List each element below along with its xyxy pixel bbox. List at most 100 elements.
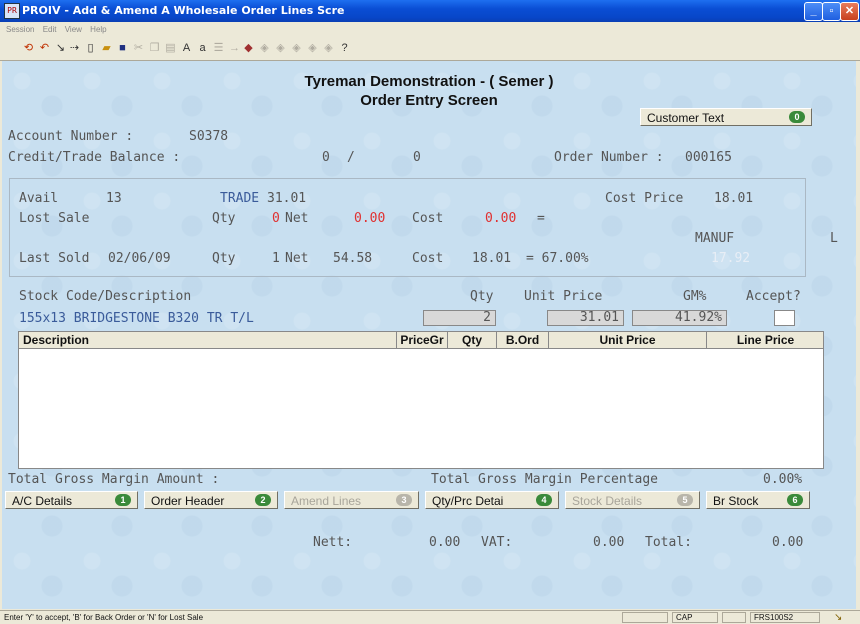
app-icon[interactable]: PR	[4, 3, 20, 19]
column-bord[interactable]: B.Ord	[496, 332, 548, 348]
resize-grip-icon[interactable]: ↘	[834, 612, 842, 623]
customer-text-button[interactable]: Customer Text 0	[640, 108, 812, 126]
trade-value: 31.01	[267, 191, 307, 206]
paste-icon[interactable]: ▤	[164, 42, 177, 55]
column-line-price[interactable]: Line Price	[706, 332, 824, 348]
column-unit-price[interactable]: Unit Price	[548, 332, 706, 348]
lost-qty-label: Qty	[212, 211, 236, 226]
last-sold-date: 02/06/09	[108, 251, 171, 266]
order-number-value: 000165	[685, 150, 732, 165]
help-icon[interactable]: ?	[338, 42, 351, 55]
gross-margin-pct-value: 0.00%	[763, 472, 803, 487]
new-document-icon[interactable]: ▯	[84, 42, 97, 55]
open-folder-icon[interactable]: ▰	[100, 42, 113, 55]
total-label: Total:	[645, 535, 692, 550]
tool-icon-4[interactable]: ◈	[290, 42, 303, 55]
avail-label: Avail	[19, 191, 59, 206]
br-stock-button[interactable]: Br Stock 6	[706, 491, 810, 509]
dash-arrow-icon[interactable]: ⇢	[68, 42, 81, 55]
maximize-button[interactable]: ▫	[822, 2, 841, 21]
account-number-label: Account Number :	[8, 129, 134, 144]
stock-code-value[interactable]: 155x13 BRIDGESTONE B320 TR T/L	[19, 311, 254, 326]
font-smaller-icon[interactable]: a	[196, 42, 209, 55]
status-bar: Enter 'Y' to accept, 'B' for Back Order …	[0, 610, 860, 624]
cut-icon[interactable]: ✂	[132, 42, 145, 55]
trade-balance-value: 0	[413, 150, 421, 165]
cost-price-label: Cost Price	[605, 191, 684, 206]
br-stock-label: Br Stock	[713, 494, 759, 508]
gm-percent-field[interactable]: 41.92%	[632, 310, 727, 326]
stock-details-label: Stock Details	[572, 494, 643, 508]
gm-percent-label: GM%	[683, 289, 707, 304]
unit-price-label: Unit Price	[524, 289, 603, 304]
tool-icon-5[interactable]: ◈	[306, 42, 319, 55]
toolbar: ⟲ ↶ ↘ ⇢ ▯ ▰ ■ ✂ ❐ ▤ A a ☰ → ◆ ◈ ◈ ◈ ◈ ◈ …	[0, 38, 860, 61]
status-pane-blank	[622, 612, 668, 623]
last-cost-label: Cost	[412, 251, 444, 266]
order-header-label: Order Header	[151, 494, 225, 508]
lost-equals: =	[537, 211, 545, 226]
lost-sale-label: Lost Sale	[19, 211, 90, 226]
function-key-2-icon: 2	[255, 494, 271, 506]
order-lines-grid[interactable]	[18, 349, 824, 469]
screen-id: FRS100S2	[750, 612, 820, 623]
menu-help[interactable]: Help	[90, 25, 106, 34]
lost-cost-label: Cost	[412, 211, 444, 226]
menu-view[interactable]: View	[65, 25, 82, 34]
list-icon[interactable]: ☰	[212, 42, 225, 55]
column-qty[interactable]: Qty	[447, 332, 496, 348]
account-number-value[interactable]: S0378	[189, 129, 228, 144]
ac-details-button[interactable]: A/C Details 1	[5, 491, 138, 509]
last-qty-label: Qty	[212, 251, 236, 266]
save-icon[interactable]: ■	[116, 42, 129, 55]
menu-session[interactable]: Session	[6, 25, 34, 34]
order-lines-grid-header: Description PriceGr Qty B.Ord Unit Price…	[18, 331, 824, 349]
copy-icon[interactable]: ❐	[148, 42, 161, 55]
cost-price-value: 18.01	[714, 191, 754, 206]
menu-edit[interactable]: Edit	[43, 25, 57, 34]
font-larger-icon[interactable]: A	[180, 42, 193, 55]
last-cost-value: 18.01	[472, 251, 512, 266]
arrow-icon[interactable]: ↘	[54, 42, 67, 55]
credit-balance-label: Credit/Trade Balance :	[8, 150, 181, 165]
tool-icon-2[interactable]: ◈	[258, 42, 271, 55]
qty-prc-detail-button[interactable]: Qty/Prc Detai 4	[425, 491, 559, 509]
stock-details-button[interactable]: Stock Details 5	[565, 491, 700, 509]
unit-price-field[interactable]: 31.01	[547, 310, 624, 326]
amend-lines-label: Amend Lines	[291, 494, 362, 508]
order-header-button[interactable]: Order Header 2	[144, 491, 278, 509]
last-sold-label: Last Sold	[19, 251, 90, 266]
column-pricegr[interactable]: PriceGr	[396, 332, 447, 348]
company-heading: Tyreman Demonstration - ( Semer )	[304, 73, 554, 90]
tool-icon-1[interactable]: ◆	[242, 42, 255, 55]
function-key-4-icon: 4	[536, 494, 552, 506]
undo-icon[interactable]: ↶	[38, 42, 51, 55]
function-key-6-icon: 6	[787, 494, 803, 506]
column-description[interactable]: Description	[23, 333, 89, 347]
credit-balance-value: 0	[322, 150, 330, 165]
caps-lock-indicator: CAP	[672, 612, 718, 623]
close-button[interactable]: ✕	[840, 2, 859, 21]
amend-lines-button[interactable]: Amend Lines 3	[284, 491, 419, 509]
application-window: PR PROIV - Add & Amend A Wholesale Order…	[0, 0, 860, 624]
screen-heading: Order Entry Screen	[360, 92, 498, 109]
function-key-1-icon: 1	[115, 494, 131, 506]
manuf-value: 17.92	[711, 251, 751, 266]
accept-field[interactable]	[774, 310, 795, 326]
nett-value: 0.00	[429, 535, 461, 550]
function-key-0-icon: 0	[789, 111, 805, 123]
tool-icon-3[interactable]: ◈	[274, 42, 287, 55]
minimize-button[interactable]: _	[804, 2, 823, 21]
stock-code-label: Stock Code/Description	[19, 289, 192, 304]
lost-net-label: Net	[285, 211, 309, 226]
status-message: Enter 'Y' to accept, 'B' for Back Order …	[4, 613, 204, 622]
nett-label: Nett:	[313, 535, 353, 550]
accept-label: Accept?	[746, 289, 801, 304]
gross-margin-pct-label: Total Gross Margin Percentage	[431, 472, 658, 487]
arrow-right-icon[interactable]: →	[228, 42, 241, 55]
title-bar[interactable]: PR PROIV - Add & Amend A Wholesale Order…	[0, 0, 860, 22]
qty-field[interactable]: 2	[423, 310, 496, 326]
tool-icon-6[interactable]: ◈	[322, 42, 335, 55]
order-entry-form: Tyreman Demonstration - ( Semer ) Order …	[2, 61, 856, 609]
refresh-icon[interactable]: ⟲	[22, 42, 35, 55]
